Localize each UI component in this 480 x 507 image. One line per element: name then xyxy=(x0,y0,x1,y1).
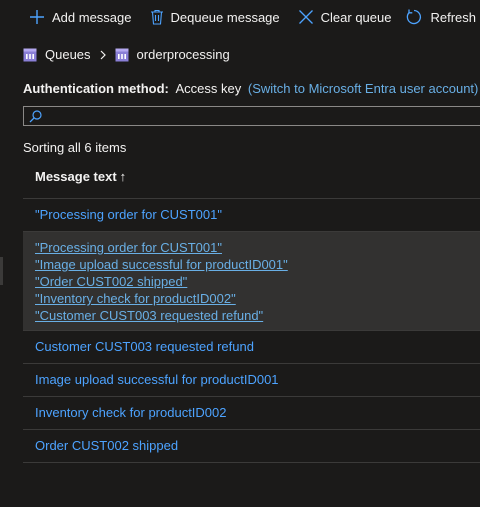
refresh-label: Refresh xyxy=(430,9,476,25)
table-row[interactable]: Customer CUST003 requested refund xyxy=(23,331,480,363)
queue-icon xyxy=(23,48,37,61)
column-header-label: Message text xyxy=(35,169,117,184)
auth-method-value: Access key xyxy=(175,81,242,96)
breadcrumb-queues-label: Queues xyxy=(45,47,91,62)
sorting-status: Sorting all 6 items xyxy=(23,140,127,155)
message-text[interactable]: Customer CUST003 requested refund xyxy=(35,339,254,354)
refresh-icon xyxy=(407,9,422,25)
pane-splitter-handle[interactable] xyxy=(0,257,3,285)
dequeue-message-button[interactable]: Dequeue message xyxy=(140,0,288,34)
chevron-right-icon xyxy=(100,50,106,59)
close-icon xyxy=(298,10,313,24)
expanded-line[interactable]: "Order CUST002 shipped" xyxy=(35,273,288,290)
breadcrumb-queues[interactable]: Queues xyxy=(23,47,91,62)
search-box[interactable] xyxy=(23,106,480,126)
sort-ascending-icon: ↑ xyxy=(119,169,127,184)
switch-auth-link[interactable]: (Switch to Microsoft Entra user account) xyxy=(248,81,478,96)
table-row[interactable]: "Processing order for CUST001" xyxy=(23,199,480,231)
message-text[interactable]: Order CUST002 shipped xyxy=(35,438,178,453)
table-row[interactable]: Order CUST002 shipped xyxy=(23,430,480,462)
expanded-line[interactable]: "Processing order for CUST001" xyxy=(35,239,288,256)
search-input[interactable] xyxy=(46,108,470,126)
table-row[interactable]: Inventory check for productID002 xyxy=(23,397,480,429)
breadcrumb: Queues orderprocessing xyxy=(23,47,230,62)
breadcrumb-current[interactable]: orderprocessing xyxy=(115,47,230,62)
command-bar: Add message Dequeue message Clear queue … xyxy=(0,0,480,34)
clear-queue-label: Clear queue xyxy=(320,9,392,25)
table-row-selected[interactable]: "Processing order for CUST001" "Image up… xyxy=(23,232,480,330)
row-divider xyxy=(23,462,480,463)
add-message-label: Add message xyxy=(52,9,132,25)
expanded-line[interactable]: "Image upload successful for productID00… xyxy=(35,256,288,273)
table-row[interactable]: Image upload successful for productID001 xyxy=(23,364,480,396)
expanded-message-content: "Processing order for CUST001" "Image up… xyxy=(35,239,288,324)
expanded-line[interactable]: "Customer CUST003 requested refund" xyxy=(35,307,288,324)
auth-method-label: Authentication method: xyxy=(23,81,169,96)
clear-queue-button[interactable]: Clear queue xyxy=(288,0,400,34)
message-text[interactable]: "Processing order for CUST001" xyxy=(35,207,222,222)
add-icon xyxy=(30,10,44,24)
search-icon xyxy=(29,110,42,123)
add-message-button[interactable]: Add message xyxy=(0,0,140,34)
queue-icon xyxy=(115,48,129,61)
auth-method: Authentication method: Access key (Switc… xyxy=(23,81,478,96)
dequeue-message-label: Dequeue message xyxy=(170,9,280,25)
breadcrumb-current-label: orderprocessing xyxy=(136,47,230,62)
message-text[interactable]: Image upload successful for productID001 xyxy=(35,372,279,387)
trash-icon xyxy=(150,9,163,25)
refresh-button[interactable]: Refresh xyxy=(399,0,480,34)
message-text[interactable]: Inventory check for productID002 xyxy=(35,405,227,420)
column-header-message-text[interactable]: Message text ↑ xyxy=(35,169,126,184)
expanded-line[interactable]: "Inventory check for productID002" xyxy=(35,290,288,307)
